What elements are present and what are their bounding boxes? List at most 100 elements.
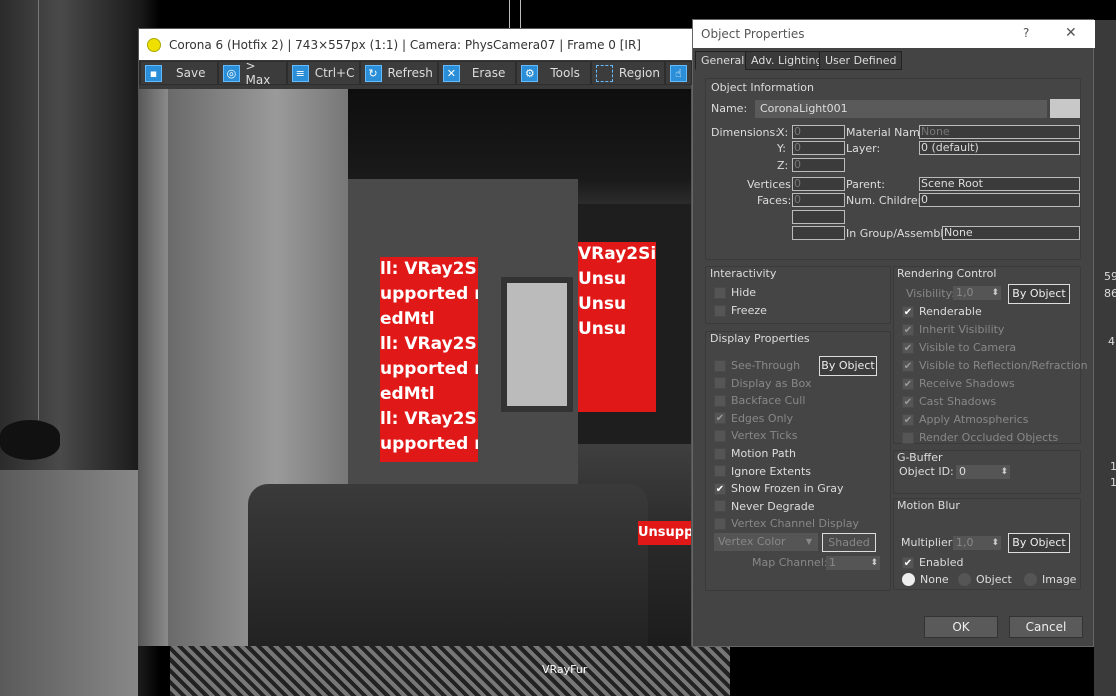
- save-button[interactable]: ▪ Save: [141, 62, 218, 84]
- radio-label: None: [920, 573, 949, 586]
- tools-button[interactable]: ⚙ Tools: [517, 62, 590, 84]
- dimension-y-field: 0: [792, 141, 845, 155]
- vrayfur-label: VRayFur: [542, 663, 588, 676]
- cancel-button[interactable]: Cancel: [1009, 616, 1083, 638]
- radio-image[interactable]: Image: [1024, 573, 1076, 586]
- group-heading: Object Information: [711, 81, 814, 94]
- side-number: 4: [1108, 335, 1115, 348]
- side-number: 1: [1110, 476, 1116, 489]
- group-heading: Rendering Control: [897, 267, 997, 280]
- pick-button[interactable]: ☝: [666, 62, 691, 84]
- empty-field: [792, 210, 845, 224]
- side-number: 1: [1110, 460, 1116, 473]
- close-button[interactable]: ✕: [1065, 25, 1077, 41]
- group-label: In Group/Assembly:: [846, 227, 953, 240]
- button-label: Tools: [550, 66, 580, 80]
- display-properties-group: Display Properties By Object Vertex Colo…: [705, 331, 891, 591]
- copy-button[interactable]: ≡ Ctrl+C: [287, 62, 359, 84]
- checkbox-box: [714, 517, 726, 530]
- tab-adv-lighting[interactable]: Adv. Lighting: [745, 51, 829, 70]
- group-heading: G-Buffer: [897, 451, 943, 464]
- object-id-spinner[interactable]: 0: [956, 465, 1010, 479]
- side-number: 59: [1104, 270, 1116, 283]
- freeze-checkbox[interactable]: Freeze: [714, 304, 767, 317]
- hide-checkbox[interactable]: Hide: [714, 286, 756, 299]
- radio-label: Image: [1042, 573, 1077, 586]
- cast-shadows-checkbox: ✔ Cast Shadows: [902, 395, 996, 408]
- motion-blur-enabled-checkbox[interactable]: ✔ Enabled: [902, 556, 963, 569]
- ignore-extents-checkbox[interactable]: Ignore Extents: [714, 465, 811, 478]
- object-color-swatch[interactable]: [1050, 99, 1080, 118]
- material-label: Material Name:: [846, 126, 931, 139]
- corona-title-bar[interactable]: Corona 6 (Hotfix 2) | 743×557px (1:1) | …: [139, 29, 693, 60]
- floppy-icon: ▪: [145, 64, 162, 82]
- name-input[interactable]: CoronaLight001: [755, 100, 1047, 118]
- faces-field: 0: [792, 193, 845, 207]
- display-by-object-button[interactable]: By Object: [819, 356, 877, 376]
- dialog-title: Object Properties: [701, 27, 805, 41]
- radio-none[interactable]: None: [902, 573, 949, 586]
- window-title: Corona 6 (Hotfix 2) | 743×557px (1:1) | …: [169, 37, 641, 52]
- render-left-strip: [139, 89, 168, 646]
- x-label: X:: [777, 126, 789, 139]
- tab-user-defined[interactable]: User Defined: [819, 51, 903, 70]
- shaded-button[interactable]: Shaded: [822, 533, 876, 552]
- dimension-x-field: 0: [792, 125, 845, 139]
- checkbox-label: Never Degrade: [731, 499, 815, 513]
- multiplier-label: Multiplier:: [901, 536, 956, 549]
- layer-field: 0 (default): [919, 141, 1080, 155]
- checkbox-label: See-Through: [731, 359, 801, 372]
- checkbox-box: [714, 377, 726, 390]
- clipboard-icon: ≡: [291, 64, 309, 82]
- radio-object[interactable]: Object: [958, 573, 1012, 586]
- checkbox-label: Edges Only: [731, 411, 794, 425]
- checkbox-label: Show Frozen in Gray: [731, 482, 844, 496]
- layer-label: Layer:: [846, 142, 881, 155]
- checkbox-box: ✔: [902, 305, 914, 318]
- checkbox-label: Ignore Extents: [731, 464, 812, 478]
- checkbox-box: ✔: [902, 556, 914, 569]
- button-label: Ctrl+C: [314, 66, 355, 80]
- visible-to-reflection-refraction-checkbox: ✔ Visible to Reflection/Refraction: [902, 359, 1088, 372]
- apply-atmospherics-checkbox: ✔ Apply Atmospherics: [902, 413, 1028, 426]
- erase-button[interactable]: ✕ Erase: [438, 62, 516, 84]
- rendering-by-object-button[interactable]: By Object: [1008, 284, 1070, 304]
- render-image[interactable]: ll: VRay2Sideupported mtledMtlll: VRay2S…: [168, 89, 691, 646]
- dropdown-value: Vertex Color: [718, 535, 786, 548]
- x-icon: ✕: [442, 64, 460, 82]
- checkbox-box: [714, 394, 726, 407]
- object-id-label: Object ID:: [899, 465, 954, 478]
- checkbox-box: [714, 286, 726, 299]
- tab-general[interactable]: General: [695, 51, 751, 70]
- checkbox-box: [714, 465, 726, 478]
- renderable-checkbox[interactable]: ✔ Renderable: [902, 305, 982, 318]
- show-frozen-in-gray-checkbox[interactable]: ✔ Show Frozen in Gray: [714, 482, 844, 495]
- button-label: Refresh: [387, 66, 433, 80]
- empty-field: [792, 226, 845, 240]
- vertex-color-dropdown[interactable]: Vertex Color ▼: [714, 533, 818, 551]
- dimensions-label: Dimensions:: [711, 126, 779, 139]
- ok-button[interactable]: OK: [924, 616, 998, 638]
- never-degrade-checkbox[interactable]: Never Degrade: [714, 500, 815, 513]
- refresh-icon: ↻: [364, 64, 382, 82]
- button-label: > Max: [245, 59, 271, 87]
- checkbox-box: [714, 500, 726, 513]
- corona-vfb-window: Corona 6 (Hotfix 2) | 743×557px (1:1) | …: [138, 28, 693, 646]
- motion-path-checkbox[interactable]: Motion Path: [714, 447, 796, 460]
- checkbox-box: ✔: [902, 359, 914, 372]
- region-button[interactable]: Region: [591, 62, 664, 84]
- multiplier-spinner[interactable]: 1,0: [953, 536, 1001, 550]
- dialog-title-bar[interactable]: Object Properties ? ✕: [693, 20, 1095, 48]
- unsupported-material-panel: ll: VRay2Sideupported mtledMtlll: VRay2S…: [380, 257, 478, 462]
- object-properties-dialog: Object Properties ? ✕ General Adv. Light…: [692, 19, 1095, 647]
- g-buffer-group: G-Buffer Object ID: 0: [893, 450, 1081, 494]
- help-button[interactable]: ?: [1023, 26, 1029, 40]
- motion-blur-by-object-button[interactable]: By Object: [1008, 533, 1070, 553]
- map-channel-spinner[interactable]: 1: [826, 556, 880, 570]
- checkbox-label: Freeze: [731, 304, 767, 317]
- to-max-button[interactable]: ◎ > Max: [219, 59, 286, 87]
- parent-label: Parent:: [846, 178, 885, 191]
- checkbox-label: Vertex Ticks: [731, 429, 798, 443]
- refresh-button[interactable]: ↻ Refresh: [360, 62, 437, 84]
- visibility-spinner[interactable]: 1,0: [953, 286, 1001, 300]
